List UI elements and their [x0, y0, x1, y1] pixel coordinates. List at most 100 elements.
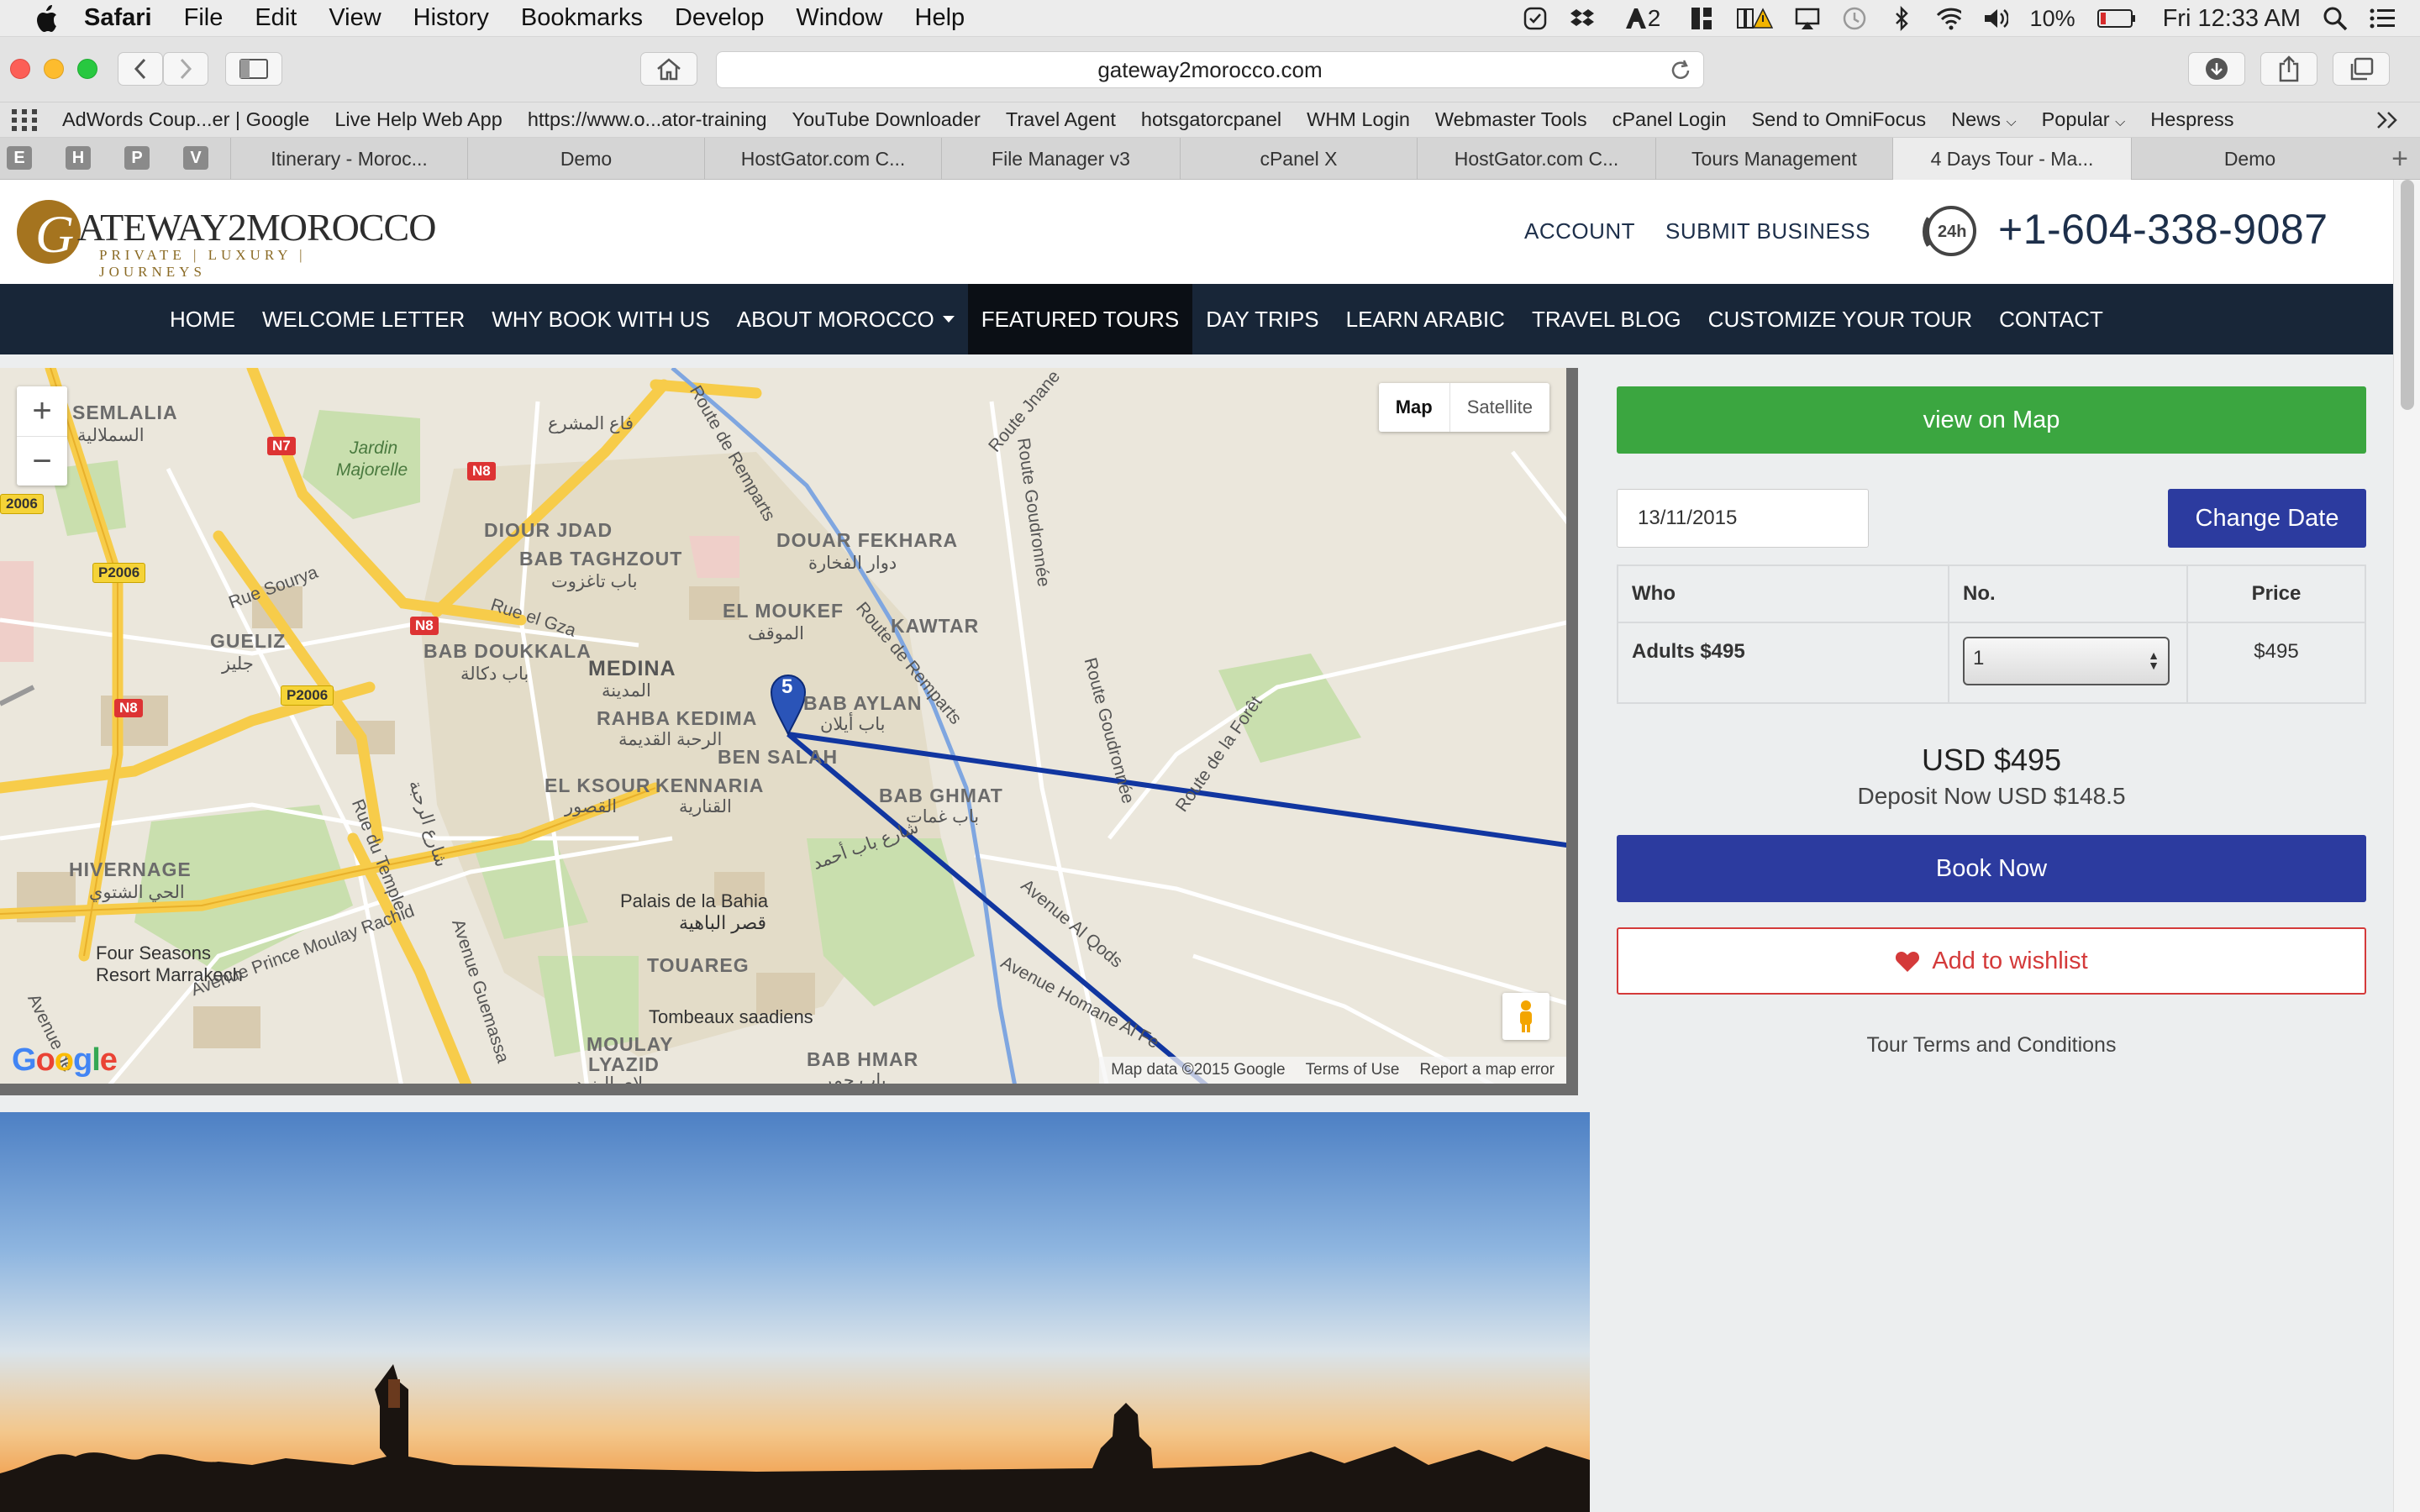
map-report-error-link[interactable]: Report a map error	[1419, 1061, 1555, 1079]
wifi-icon[interactable]	[1936, 7, 1961, 30]
minimize-window-button[interactable]	[44, 59, 64, 79]
bookmark-ator-training[interactable]: https://www.o...ator-training	[528, 108, 767, 131]
map-zoom-out-button[interactable]: −	[17, 436, 67, 486]
map-marker-number[interactable]: 5	[781, 675, 792, 699]
close-window-button[interactable]	[10, 59, 30, 79]
menu-edit[interactable]: Edit	[255, 4, 297, 32]
quantity-select[interactable]: 1 ▲ ▼	[1963, 637, 2170, 685]
warning-tray-icon[interactable]	[1736, 7, 1773, 30]
bookmark-webmaster-tools[interactable]: Webmaster Tools	[1435, 108, 1587, 131]
time-machine-icon[interactable]	[1842, 7, 1867, 30]
grid-tray-icon[interactable]	[1689, 7, 1714, 30]
scrollbar-thumb[interactable]	[2401, 180, 2414, 410]
tab-cpanel-x[interactable]: cPanel X	[1180, 138, 1417, 180]
reload-icon[interactable]	[1670, 59, 1691, 82]
bookmark-hotsgatorcpanel[interactable]: hotsgatorcpanel	[1141, 108, 1281, 131]
submit-business-link[interactable]: SUBMIT BUSINESS	[1665, 218, 1870, 244]
new-tab-plus-icon[interactable]: +	[2391, 143, 2408, 176]
pinned-tab-p[interactable]: P	[124, 146, 150, 170]
nav-about-morocco[interactable]: ABOUT MOROCCO	[723, 284, 968, 354]
show-bookmarks-grid-icon[interactable]	[12, 108, 37, 131]
tour-date-input[interactable]: 13/11/2015	[1617, 489, 1869, 548]
nav-day-trips[interactable]: DAY TRIPS	[1192, 284, 1332, 354]
dropbox-tray-icon[interactable]	[1570, 7, 1595, 30]
pinned-tab-e[interactable]: E	[7, 146, 32, 170]
bookmark-hespress[interactable]: Hespress	[2150, 108, 2233, 131]
nav-customize-tour[interactable]: CUSTOMIZE YOUR TOUR	[1695, 284, 1986, 354]
nav-learn-arabic[interactable]: LEARN ARABIC	[1333, 284, 1518, 354]
bookmark-whm-login[interactable]: WHM Login	[1307, 108, 1410, 131]
tab-demo-2[interactable]: Demo	[2131, 138, 2368, 180]
menu-app-name[interactable]: Safari	[84, 4, 152, 32]
map-label-touareg: TOUAREG	[647, 954, 750, 976]
apple-menu-icon[interactable]	[34, 4, 59, 33]
menu-bookmarks[interactable]: Bookmarks	[521, 4, 643, 32]
book-now-button[interactable]: Book Now	[1617, 835, 2366, 902]
menu-history[interactable]: History	[413, 4, 489, 32]
nav-featured-tours[interactable]: FEATURED TOURS	[967, 284, 1193, 354]
tab-demo-1[interactable]: Demo	[467, 138, 704, 180]
tab-hostgator-1[interactable]: HostGator.com C...	[704, 138, 941, 180]
nav-welcome-letter[interactable]: WELCOME LETTER	[249, 284, 478, 354]
pinned-tab-h[interactable]: H	[66, 146, 91, 170]
forward-button[interactable]	[163, 52, 208, 86]
volume-icon[interactable]	[1983, 7, 2008, 30]
home-button[interactable]	[640, 52, 697, 86]
nav-travel-blog[interactable]: TRAVEL BLOG	[1518, 284, 1695, 354]
view-on-map-button[interactable]: view on Map	[1617, 386, 2366, 454]
account-link[interactable]: ACCOUNT	[1524, 218, 1635, 244]
spotlight-search-icon[interactable]	[2323, 7, 2348, 31]
tab-hostgator-2[interactable]: HostGator.com C...	[1417, 138, 1655, 180]
tab-4-days-tour[interactable]: 4 Days Tour - Ma...	[1892, 138, 2131, 180]
tour-terms-link[interactable]: Tour Terms and Conditions	[1617, 1033, 2366, 1058]
bookmark-adwords[interactable]: AdWords Coup...er | Google	[62, 108, 309, 131]
bookmark-live-help[interactable]: Live Help Web App	[334, 108, 502, 131]
address-bar[interactable]: gateway2morocco.com	[716, 51, 1704, 88]
map-type-satellite-button[interactable]: Satellite	[1449, 383, 1549, 432]
show-all-tabs-button[interactable]	[2333, 52, 2390, 86]
tab-itinerary[interactable]: Itinerary - Moroc...	[230, 138, 467, 180]
phone-number[interactable]: +1-604-338-9087	[1998, 205, 2328, 254]
notification-center-icon[interactable]	[2370, 7, 2395, 30]
share-button[interactable]	[2260, 52, 2317, 86]
bookmark-travel-agent[interactable]: Travel Agent	[1006, 108, 1116, 131]
menu-help[interactable]: Help	[915, 4, 965, 32]
page-scrollbar[interactable]	[2393, 180, 2420, 1512]
menu-clock[interactable]: Fri 12:33 AM	[2163, 5, 2301, 33]
phone-24h-icon: 24h	[1923, 206, 1976, 256]
add-to-wishlist-button[interactable]: Add to wishlist	[1617, 927, 2366, 995]
zoom-window-button[interactable]	[77, 59, 97, 79]
tab-file-manager[interactable]: File Manager v3	[941, 138, 1180, 180]
menu-file[interactable]: File	[184, 4, 224, 32]
menu-window[interactable]: Window	[796, 4, 882, 32]
bookmark-send-to-omnifocus[interactable]: Send to OmniFocus	[1752, 108, 1927, 131]
bluetooth-icon[interactable]	[1889, 6, 1914, 31]
bookmark-folder-popular[interactable]: Popular ⌵	[2042, 108, 2126, 131]
nav-home[interactable]: HOME	[156, 284, 249, 354]
nav-why-book[interactable]: WHY BOOK WITH US	[478, 284, 723, 354]
map-terms-link[interactable]: Terms of Use	[1306, 1061, 1400, 1079]
bookmark-youtube-downloader[interactable]: YouTube Downloader	[792, 108, 981, 131]
map-zoom-in-button[interactable]: +	[17, 386, 67, 436]
sidebar-toggle-button[interactable]	[225, 52, 282, 86]
bookmark-folder-news[interactable]: News ⌵	[1951, 108, 2016, 131]
google-logo[interactable]: Google	[12, 1042, 118, 1079]
street-view-pegman-icon[interactable]	[1502, 993, 1549, 1040]
bookmark-cpanel-login[interactable]: cPanel Login	[1612, 108, 1727, 131]
airplay-icon[interactable]	[1795, 7, 1820, 30]
change-date-button[interactable]: Change Date	[2168, 489, 2366, 548]
more-bookmarks-icon[interactable]	[2375, 108, 2400, 133]
pinned-tab-v[interactable]: V	[183, 146, 208, 170]
tab-tours-management[interactable]: Tours Management	[1655, 138, 1892, 180]
downloads-button[interactable]	[2188, 52, 2245, 86]
google-map[interactable]: 5 SEMLALIA السملالية Jardin Majorelle فا…	[0, 368, 1578, 1095]
menu-view[interactable]: View	[329, 4, 381, 32]
menu-develop[interactable]: Develop	[675, 4, 764, 32]
nav-contact[interactable]: CONTACT	[1986, 284, 2117, 354]
checkmark-tray-icon[interactable]	[1523, 7, 1548, 30]
battery-icon[interactable]	[2096, 7, 2136, 30]
map-type-map-button[interactable]: Map	[1379, 383, 1449, 432]
back-button[interactable]	[118, 52, 163, 86]
site-logo[interactable]: G ATEWAY2MOROCCO PRIVATE | LUXURY | JOUR…	[15, 197, 436, 280]
adobe-tray-icon[interactable]: 2	[1617, 5, 1667, 31]
